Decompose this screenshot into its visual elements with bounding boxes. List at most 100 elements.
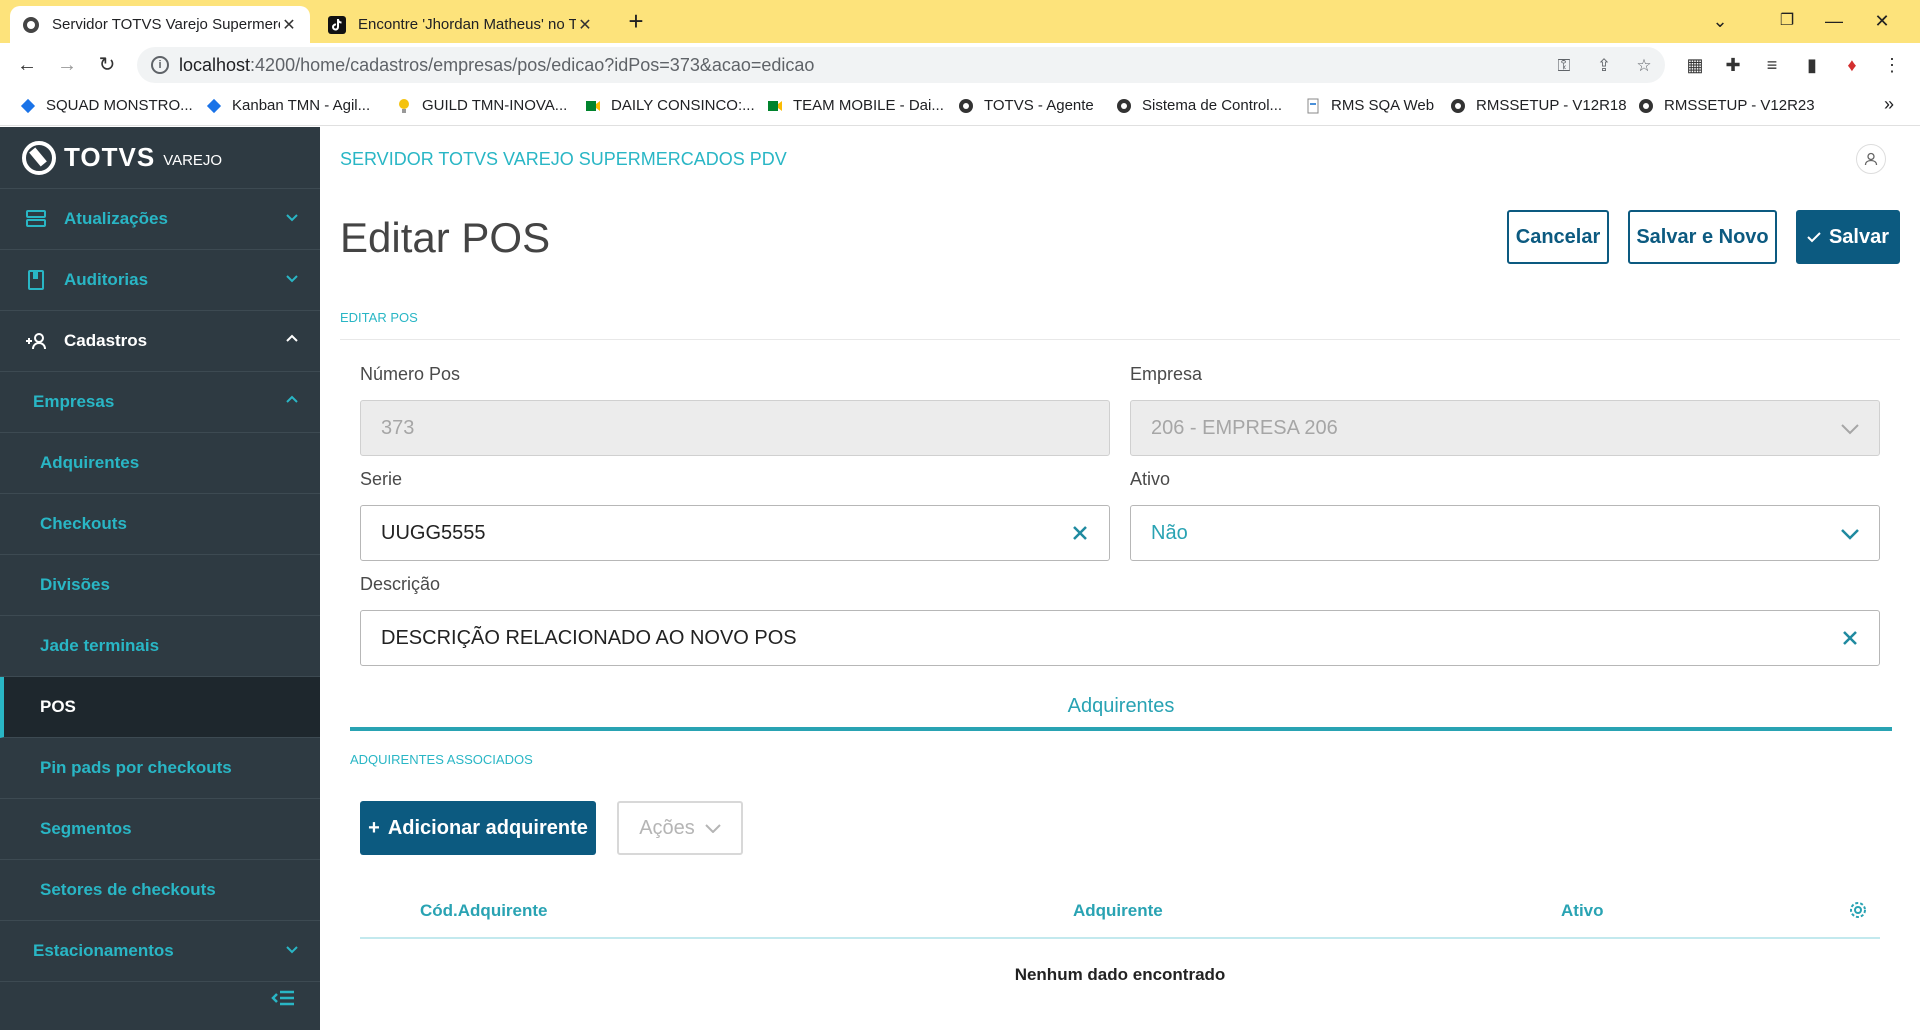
bookmark-item[interactable]: RMSSETUP - V12R18 bbox=[1450, 97, 1627, 114]
reading-list-icon[interactable]: ≡ bbox=[1760, 53, 1784, 77]
sidebar-item-setores-checkouts[interactable]: Setores de checkouts bbox=[0, 860, 320, 921]
bookmark-item[interactable]: TEAM MOBILE - Dai... bbox=[767, 97, 944, 114]
gear-icon[interactable] bbox=[1849, 901, 1867, 919]
close-window-icon[interactable]: ✕ bbox=[1862, 6, 1902, 36]
new-tab-button[interactable]: + bbox=[622, 8, 650, 36]
ativo-select[interactable]: Não bbox=[1130, 505, 1880, 561]
reload-icon[interactable]: ↻ bbox=[93, 51, 121, 79]
totvs-logo-icon bbox=[22, 140, 56, 175]
tab-adquirentes[interactable]: Adquirentes bbox=[350, 687, 1892, 731]
sidebar-item-pin-pads[interactable]: Pin pads por checkouts bbox=[0, 738, 320, 799]
more-bookmarks-button[interactable]: » bbox=[1884, 94, 1894, 115]
sidebar-item-cadastros[interactable]: Cadastros bbox=[0, 311, 320, 372]
extensions-icon[interactable]: ✚ bbox=[1721, 53, 1745, 77]
sidebar-item-segmentos[interactable]: Segmentos bbox=[0, 799, 320, 860]
brand-logo[interactable]: TOTVS VAREJO bbox=[0, 127, 320, 189]
sidebar-item-checkouts[interactable]: Checkouts bbox=[0, 494, 320, 555]
address-bar[interactable]: i localhost:4200/home/cadastros/empresas… bbox=[137, 47, 1665, 83]
collapse-menu-icon[interactable] bbox=[270, 986, 298, 1010]
sidebar-item-empresas[interactable]: Empresas bbox=[0, 372, 320, 433]
sidebar-item-auditorias[interactable]: Auditorias bbox=[0, 250, 320, 311]
bookmark-label: RMSSETUP - V12R18 bbox=[1476, 97, 1627, 114]
user-avatar-icon[interactable] bbox=[1856, 144, 1886, 174]
restore-window-icon[interactable]: ❐ bbox=[1767, 6, 1807, 36]
sidebar-item-label: Auditorias bbox=[64, 270, 149, 289]
bookmark-item[interactable]: RMSSETUP - V12R23 bbox=[1638, 97, 1815, 114]
tab-search-icon[interactable]: ⌄ bbox=[1700, 6, 1740, 36]
key-icon[interactable]: ⚿ bbox=[1553, 55, 1575, 77]
sidebar-item-label: Pin pads por checkouts bbox=[40, 758, 232, 777]
associated-section-title: ADQUIRENTES ASSOCIADOS bbox=[350, 752, 533, 767]
save-button[interactable]: Salvar bbox=[1796, 210, 1900, 264]
browser-tab-inactive[interactable]: Encontre 'Jhordan Matheus' no TikTok ✕ bbox=[316, 6, 606, 43]
browser-tab-strip: Servidor TOTVS Varejo Supermercados PDV … bbox=[0, 0, 1920, 43]
clear-icon[interactable] bbox=[1839, 627, 1861, 649]
bookmark-item[interactable]: RMS SQA Web bbox=[1305, 97, 1434, 114]
bookmark-item[interactable]: Kanban TMN - Agil... bbox=[206, 97, 370, 114]
back-icon[interactable]: ← bbox=[13, 51, 41, 79]
sidebar-item-label: Estacionamentos bbox=[33, 941, 174, 960]
acquirers-table: Cód.Adquirente Adquirente Ativo Nenhum d… bbox=[360, 883, 1880, 1019]
save-and-new-button[interactable]: Salvar e Novo bbox=[1628, 210, 1777, 264]
url-text[interactable]: localhost:4200/home/cadastros/empresas/p… bbox=[179, 55, 814, 76]
sidebar-item-label: POS bbox=[40, 697, 76, 716]
column-header-ativo[interactable]: Ativo bbox=[1561, 901, 1604, 921]
sidebar-item-adquirentes[interactable]: Adquirentes bbox=[0, 433, 320, 494]
url-path: :4200/home/cadastros/empresas/pos/edicao… bbox=[250, 55, 815, 75]
bookmark-label: DAILY CONSINCO:... bbox=[611, 97, 755, 114]
serie-label: Serie bbox=[360, 469, 403, 489]
empresa-value: 206 - EMPRESA 206 bbox=[1151, 416, 1338, 439]
sidebar-item-estacionamentos[interactable]: Estacionamentos bbox=[0, 921, 320, 982]
chevron-down-icon bbox=[286, 946, 298, 954]
chevron-down-icon bbox=[286, 275, 298, 283]
sidebar-item-atualizacoes[interactable]: Atualizações bbox=[0, 189, 320, 250]
page-icon bbox=[1305, 98, 1321, 114]
sidebar-item-pos[interactable]: POS bbox=[0, 677, 320, 738]
sidebar-item-label: Cadastros bbox=[64, 331, 148, 350]
serie-input[interactable]: UUGG5555 bbox=[360, 505, 1110, 561]
bookmark-item[interactable]: DAILY CONSINCO:... bbox=[585, 97, 755, 114]
bookmark-item[interactable]: TOTVS - Agente bbox=[958, 97, 1094, 114]
profile-avatar-icon[interactable]: ♦ bbox=[1840, 53, 1864, 77]
side-panel-icon[interactable]: ▮ bbox=[1800, 53, 1824, 77]
sidebar-item-jade-terminais[interactable]: Jade terminais bbox=[0, 616, 320, 677]
column-header-adquirente[interactable]: Adquirente bbox=[1073, 901, 1163, 921]
forward-icon[interactable]: → bbox=[53, 51, 81, 79]
descricao-value: DESCRIÇÃO RELACIONADO AO NOVO POS bbox=[381, 626, 797, 649]
main-content: SERVIDOR TOTVS VAREJO SUPERMERCADOS PDV … bbox=[320, 127, 1920, 1030]
star-icon[interactable]: ☆ bbox=[1633, 55, 1655, 77]
bookmark-item[interactable]: Sistema de Control... bbox=[1116, 97, 1282, 114]
sidebar-item-label: Empresas bbox=[33, 392, 115, 411]
url-host: localhost bbox=[179, 55, 251, 75]
section-divider bbox=[340, 339, 1900, 340]
column-header-cod[interactable]: Cód.Adquirente bbox=[420, 901, 548, 921]
serie-value: UUGG5555 bbox=[381, 521, 486, 544]
ativo-label: Ativo bbox=[1130, 469, 1171, 489]
close-tab-icon[interactable]: ✕ bbox=[576, 15, 594, 35]
actions-dropdown-button[interactable]: Ações bbox=[617, 801, 743, 855]
sidebar-item-divisoes[interactable]: Divisões bbox=[0, 555, 320, 616]
save-button-label: Salvar bbox=[1828, 225, 1890, 248]
close-tab-icon[interactable]: ✕ bbox=[280, 15, 298, 35]
bookmark-item[interactable]: GUILD TMN-INOVA... bbox=[396, 97, 567, 114]
clear-icon[interactable] bbox=[1069, 522, 1091, 544]
browser-tab-active[interactable]: Servidor TOTVS Varejo Supermercados PDV … bbox=[10, 6, 310, 43]
bookmark-item[interactable]: SQUAD MONSTRO... bbox=[20, 97, 193, 114]
bookmark-label: RMSSETUP - V12R23 bbox=[1664, 97, 1815, 114]
sidebar-item-label: Checkouts bbox=[40, 514, 127, 533]
chevron-up-icon bbox=[286, 395, 298, 403]
page-title: Editar POS bbox=[340, 214, 551, 261]
descricao-label: Descrição bbox=[360, 574, 441, 594]
add-acquirer-button[interactable]: + Adicionar adquirente bbox=[360, 801, 596, 855]
site-info-icon[interactable]: i bbox=[151, 56, 169, 74]
minimize-icon[interactable]: — bbox=[1814, 6, 1854, 36]
descricao-input[interactable]: DESCRIÇÃO RELACIONADO AO NOVO POS bbox=[360, 610, 1880, 666]
qr-code-icon[interactable]: ▦ bbox=[1683, 53, 1707, 77]
tab-title: Servidor TOTVS Varejo Supermercados PDV bbox=[52, 16, 280, 33]
add-user-icon bbox=[24, 329, 48, 353]
share-icon[interactable]: ⇪ bbox=[1593, 55, 1615, 77]
numero-pos-label: Número Pos bbox=[360, 364, 461, 384]
menu-kebab-icon[interactable]: ⋮ bbox=[1880, 53, 1904, 77]
cancel-button[interactable]: Cancelar bbox=[1507, 210, 1609, 264]
sidebar-item-label: Jade terminais bbox=[40, 636, 160, 655]
